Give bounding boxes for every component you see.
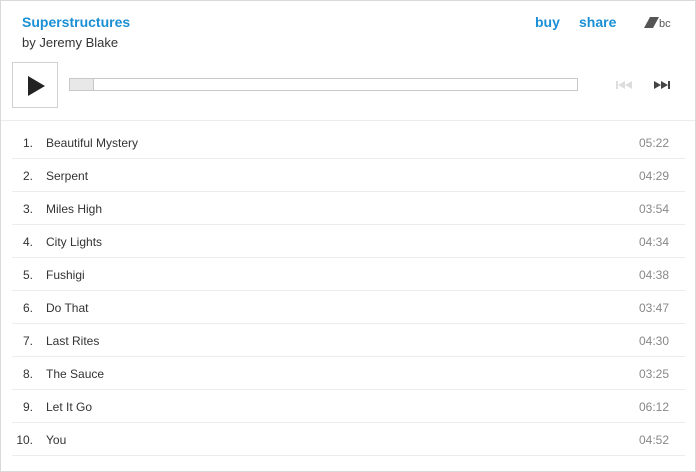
track-row[interactable]: 4. City Lights 04:34 — [12, 225, 685, 258]
tracklist: 1. Beautiful Mystery 05:22 2. Serpent 04… — [12, 126, 685, 456]
play-icon — [28, 76, 45, 96]
bandcamp-player: Superstructures by Jeremy Blake buy shar… — [0, 0, 696, 472]
track-title[interactable]: Miles High — [46, 202, 102, 216]
progress-bar[interactable] — [69, 78, 578, 91]
header-divider — [1, 120, 695, 121]
track-title[interactable]: Last Rites — [46, 334, 99, 348]
track-number: 1. — [22, 136, 33, 150]
track-duration: 03:47 — [638, 301, 669, 315]
progress-thumb[interactable] — [70, 79, 94, 90]
track-number: 8. — [22, 367, 33, 381]
track-row[interactable]: 6. Do That 03:47 — [12, 291, 685, 324]
track-row[interactable]: 3. Miles High 03:54 — [12, 192, 685, 225]
track-duration: 04:34 — [638, 235, 669, 249]
track-row[interactable]: 10. You 04:52 — [12, 423, 685, 456]
track-row[interactable]: 5. Fushigi 04:38 — [12, 258, 685, 291]
track-duration: 04:38 — [638, 268, 669, 282]
track-duration: 04:52 — [638, 433, 669, 447]
track-number: 3. — [22, 202, 33, 216]
buy-link[interactable]: buy — [535, 14, 560, 30]
track-row[interactable]: 7. Last Rites 04:30 — [12, 324, 685, 357]
track-duration: 04:30 — [638, 334, 669, 348]
track-number: 5. — [22, 268, 33, 282]
svg-text:bc: bc — [659, 18, 671, 30]
track-number: 2. — [22, 169, 33, 183]
track-row[interactable]: 9. Let It Go 06:12 — [12, 390, 685, 423]
track-number: 7. — [22, 334, 33, 348]
album-title-link[interactable]: Superstructures — [22, 14, 130, 30]
track-number: 10. — [16, 433, 33, 447]
play-button[interactable] — [12, 62, 58, 108]
track-title[interactable]: City Lights — [46, 235, 102, 249]
track-title[interactable]: You — [46, 433, 66, 447]
track-number: 9. — [22, 400, 33, 414]
track-title[interactable]: The Sauce — [46, 367, 104, 381]
artist-line: by Jeremy Blake — [22, 35, 119, 50]
track-row[interactable]: 8. The Sauce 03:25 — [12, 357, 685, 390]
track-duration: 03:54 — [638, 202, 669, 216]
previous-track-icon — [616, 81, 632, 89]
track-title[interactable]: Beautiful Mystery — [46, 136, 138, 150]
track-duration: 03:25 — [638, 367, 669, 381]
track-row[interactable]: 1. Beautiful Mystery 05:22 — [12, 126, 685, 159]
previous-track-button[interactable] — [614, 78, 634, 92]
next-track-button[interactable] — [652, 78, 672, 92]
track-duration: 04:29 — [638, 169, 669, 183]
track-row[interactable]: 2. Serpent 04:29 — [12, 159, 685, 192]
share-link[interactable]: share — [579, 14, 616, 30]
next-track-icon — [654, 81, 670, 89]
track-title[interactable]: Fushigi — [46, 268, 85, 282]
bandcamp-logo-icon[interactable]: bc — [644, 14, 676, 30]
track-number: 4. — [22, 235, 33, 249]
track-number: 6. — [22, 301, 33, 315]
track-duration: 05:22 — [638, 136, 669, 150]
track-title[interactable]: Do That — [46, 301, 88, 315]
track-title[interactable]: Serpent — [46, 169, 88, 183]
track-duration: 06:12 — [638, 400, 669, 414]
track-title[interactable]: Let It Go — [46, 400, 92, 414]
